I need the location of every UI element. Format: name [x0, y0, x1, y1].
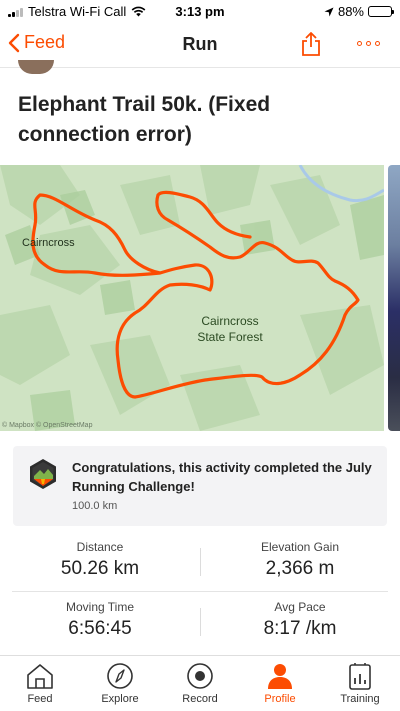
- location-arrow-icon: [324, 7, 334, 16]
- stat-value: 6:56:45: [68, 618, 132, 639]
- record-icon: [187, 663, 213, 689]
- tab-label: Explore: [101, 693, 139, 705]
- more-icon: [357, 41, 362, 46]
- tab-label: Training: [340, 693, 380, 705]
- tab-label: Feed: [27, 693, 53, 705]
- divider: [200, 548, 201, 576]
- share-icon: [302, 32, 320, 56]
- stat-label: Elevation Gain: [260, 540, 340, 554]
- stat-value: 2,366 m: [265, 558, 335, 579]
- profile-icon: [268, 664, 292, 689]
- tab-label: Profile: [264, 693, 296, 705]
- stat-value: 8:17 /km: [263, 618, 337, 639]
- route-map[interactable]: Cairncross Cairncross State Forest © Map…: [0, 165, 384, 431]
- avatar[interactable]: [18, 60, 54, 74]
- status-right: 88%: [324, 4, 394, 19]
- home-icon: [27, 664, 53, 689]
- stat-moving-time: Moving Time 6:56:45: [0, 600, 200, 640]
- nav-bar: Feed Run: [0, 22, 400, 68]
- tab-profile[interactable]: Profile: [240, 662, 320, 705]
- map-canvas: [0, 165, 384, 431]
- page-title: Run: [182, 34, 218, 54]
- stat-avg-pace: Avg Pace 8:17 /km: [200, 600, 400, 640]
- tab-label: Record: [182, 693, 218, 705]
- share-button[interactable]: [300, 31, 322, 62]
- forest-label-line2: State Forest: [197, 330, 263, 344]
- tab-training[interactable]: Training: [320, 662, 400, 705]
- activity-photo-thumbnail[interactable]: [388, 165, 400, 431]
- battery-percent: 88%: [337, 4, 364, 19]
- stat-distance: Distance 50.26 km: [0, 540, 200, 580]
- stat-value: 50.26 km: [60, 558, 140, 579]
- stat-label: Moving Time: [65, 600, 135, 614]
- challenge-card[interactable]: Congratulations, this activity completed…: [13, 446, 387, 526]
- activity-title: Elephant Trail 50k. (Fixed connection er…: [18, 93, 271, 146]
- map-forest-label: Cairncross State Forest: [180, 313, 280, 345]
- challenge-distance: 100.0 km: [72, 500, 118, 512]
- compass-icon: [107, 663, 133, 689]
- tab-bar: Feed Explore Record Profile Training: [0, 655, 400, 711]
- challenge-badge-icon: [30, 459, 56, 489]
- stat-label: Distance: [76, 540, 124, 554]
- tab-record[interactable]: Record: [160, 662, 240, 705]
- more-button[interactable]: [357, 41, 380, 46]
- forest-label-line1: Cairncross: [201, 314, 259, 328]
- stat-elevation-gain: Elevation Gain 2,366 m: [200, 540, 400, 580]
- divider: [200, 608, 201, 636]
- tab-feed[interactable]: Feed: [0, 662, 80, 705]
- training-icon: [349, 663, 371, 690]
- tab-explore[interactable]: Explore: [80, 662, 160, 705]
- battery-icon: [368, 6, 394, 17]
- stat-label: Avg Pace: [274, 600, 326, 614]
- map-attribution[interactable]: © Mapbox © OpenStreetMap: [2, 422, 92, 429]
- divider: [12, 591, 388, 592]
- status-bar: Telstra Wi-Fi Call 3:13 pm 88%: [0, 0, 400, 22]
- map-place-label: Cairncross: [22, 237, 75, 249]
- challenge-title: Congratulations, this activity completed…: [72, 460, 372, 494]
